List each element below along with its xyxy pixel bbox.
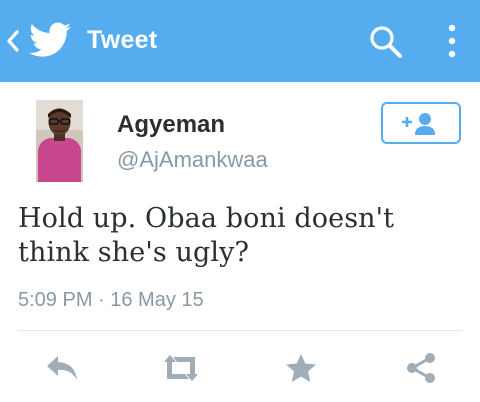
overflow-menu-icon[interactable]: [444, 22, 460, 62]
retweet-icon[interactable]: [161, 352, 201, 384]
chevron-left-icon[interactable]: [6, 29, 20, 53]
app-header: Tweet: [0, 0, 480, 82]
avatar[interactable]: [36, 100, 83, 182]
author-name[interactable]: Agyeman: [117, 110, 225, 140]
add-user-icon: [402, 113, 435, 135]
author-handle[interactable]: @AjAmankwaa: [117, 146, 268, 174]
share-icon[interactable]: [403, 352, 439, 384]
divider: [18, 330, 462, 331]
reply-icon[interactable]: [44, 352, 80, 384]
avatar-photo: [36, 100, 83, 182]
page-title: Tweet: [87, 26, 158, 54]
follow-button[interactable]: [381, 102, 461, 144]
tweet-text: Hold up. Obaa boni doesn't think she's u…: [18, 203, 395, 268]
twitter-bird-icon[interactable]: [29, 22, 71, 58]
tweet-timestamp[interactable]: 5:09 PM · 16 May 15: [18, 287, 204, 313]
favorite-icon[interactable]: [283, 352, 319, 384]
search-icon[interactable]: [368, 24, 404, 60]
